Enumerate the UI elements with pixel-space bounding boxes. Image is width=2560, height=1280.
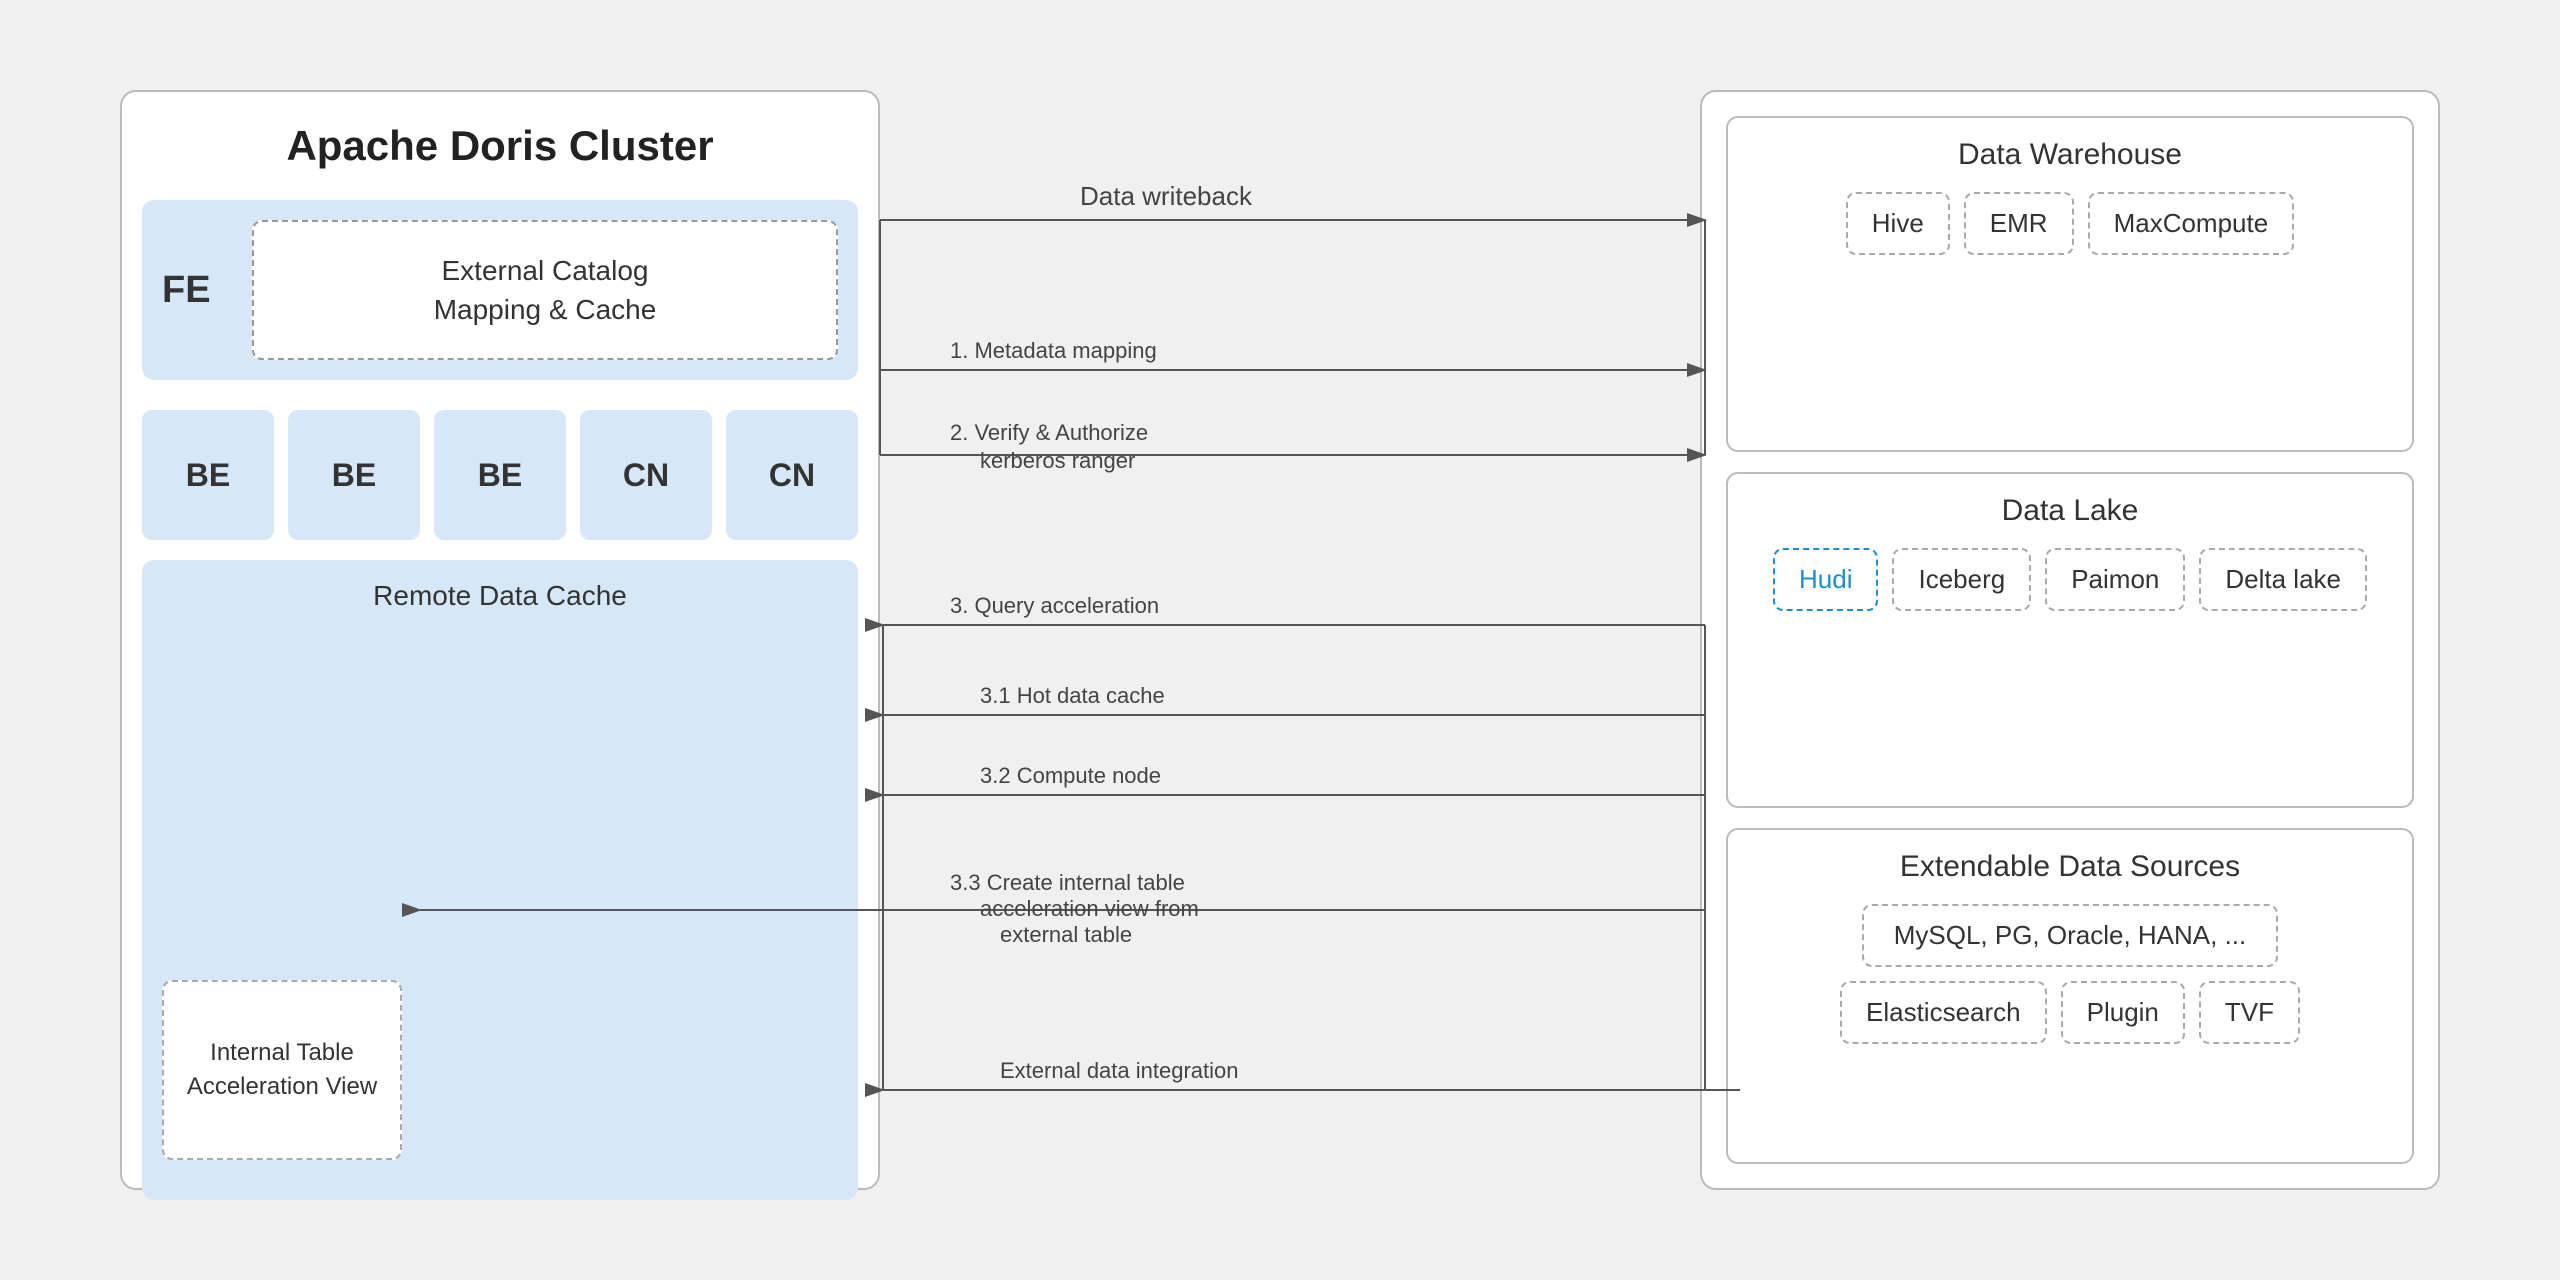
compute-node-label: 3.2 Compute node xyxy=(980,763,1161,788)
right-panel: Data Warehouse Hive EMR MaxCompute Data … xyxy=(1700,90,2440,1190)
fe-label: FE xyxy=(162,269,232,312)
verify-authorize-label-1: 2. Verify & Authorize xyxy=(950,420,1148,445)
data-lake-title: Data Lake xyxy=(1748,494,2392,528)
lower-section: Remote Data Cache Internal TableAccelera… xyxy=(142,560,858,1200)
tvf-item: TVF xyxy=(2199,981,2300,1044)
elasticsearch-item: Elasticsearch xyxy=(1840,981,2047,1044)
bottom-node-2 xyxy=(565,980,694,1160)
internal-table-box: Internal TableAcceleration View xyxy=(162,980,402,1160)
lower-cn-node-1 xyxy=(507,626,666,746)
ext-data-sources-title: Extendable Data Sources xyxy=(1748,850,2392,884)
cn-node-1: CN xyxy=(580,410,712,540)
internal-table-text: Internal TableAcceleration View xyxy=(187,1036,377,1103)
query-acceleration-label: 3. Query acceleration xyxy=(950,593,1159,618)
emr-item: EMR xyxy=(1964,192,2074,255)
ext-data-sources-row1: MySQL, PG, Oracle, HANA, ... xyxy=(1748,904,2392,967)
bottom-node-3 xyxy=(709,980,838,1160)
data-lake-section: Data Lake Hudi Iceberg Paimon Delta lake xyxy=(1726,472,2414,808)
ext-catalog-box: External CatalogMapping & Cache xyxy=(252,220,838,360)
create-internal-label-3: external table xyxy=(1000,922,1132,947)
hudi-item: Hudi xyxy=(1773,548,1878,611)
maxcompute-item: MaxCompute xyxy=(2088,192,2295,255)
plugin-item: Plugin xyxy=(2061,981,2185,1044)
doris-cluster: Apache Doris Cluster FE External Catalog… xyxy=(120,90,880,1190)
data-writeback-label: Data writeback xyxy=(1080,181,1253,211)
be-cn-row: BE BE BE CN CN xyxy=(142,410,858,540)
ext-data-sources-section: Extendable Data Sources MySQL, PG, Oracl… xyxy=(1726,828,2414,1164)
metadata-mapping-label: 1. Metadata mapping xyxy=(950,338,1157,363)
data-warehouse-title: Data Warehouse xyxy=(1748,138,2392,172)
cluster-title: Apache Doris Cluster xyxy=(142,122,858,170)
ext-data-integration-label: External data integration xyxy=(1000,1058,1239,1083)
bottom-node-1 xyxy=(422,980,551,1160)
ext-data-sources-row2: Elasticsearch Plugin TVF xyxy=(1748,981,2392,1044)
lower-be-node-1 xyxy=(162,626,321,746)
verify-authorize-label-2: kerberos ranger xyxy=(980,448,1135,473)
data-lake-items: Hudi Iceberg Paimon Delta lake xyxy=(1748,548,2392,611)
cn-node-2: CN xyxy=(726,410,858,540)
data-warehouse-items: Hive EMR MaxCompute xyxy=(1748,192,2392,255)
lower-be-node-2 xyxy=(335,626,494,746)
hive-item: Hive xyxy=(1846,192,1950,255)
mysql-pg-oracle-item: MySQL, PG, Oracle, HANA, ... xyxy=(1862,904,2279,967)
hot-data-cache-label: 3.1 Hot data cache xyxy=(980,683,1165,708)
ext-catalog-text: External CatalogMapping & Cache xyxy=(434,251,657,329)
create-internal-label-1: 3.3 Create internal table xyxy=(950,870,1185,895)
lower-cn-node-2 xyxy=(680,626,839,746)
be-node-1: BE xyxy=(142,410,274,540)
lower-nodes-row xyxy=(162,626,838,746)
remote-cache-label: Remote Data Cache xyxy=(162,580,838,612)
be-node-3: BE xyxy=(434,410,566,540)
full-diagram: Apache Doris Cluster FE External Catalog… xyxy=(80,50,2480,1230)
be-node-2: BE xyxy=(288,410,420,540)
data-warehouse-section: Data Warehouse Hive EMR MaxCompute xyxy=(1726,116,2414,452)
delta-lake-item: Delta lake xyxy=(2199,548,2367,611)
iceberg-item: Iceberg xyxy=(1892,548,2031,611)
create-internal-label-2: acceleration view from xyxy=(980,896,1199,921)
fe-section: FE External CatalogMapping & Cache xyxy=(142,200,858,380)
paimon-item: Paimon xyxy=(2045,548,2185,611)
